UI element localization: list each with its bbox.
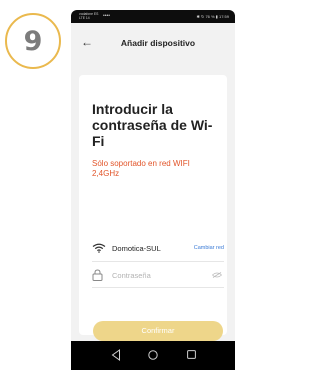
password-field[interactable]: Contraseña <box>112 271 151 280</box>
wifi-form-card: Introducir la contraseña de Wi-Fi Sólo s… <box>79 75 227 341</box>
page-title: Añadir dispositivo <box>120 38 196 48</box>
nav-home-icon[interactable] <box>148 350 158 360</box>
change-network-link[interactable]: Cambiar red <box>194 245 224 251</box>
step-number: 9 <box>23 25 43 57</box>
system-nav-bar <box>71 341 235 370</box>
nav-back-icon[interactable] <box>111 349 121 361</box>
eye-icon[interactable] <box>212 272 222 278</box>
wifi-network-name: Domotica-SUL <box>112 244 161 253</box>
lock-icon <box>92 269 103 281</box>
app-bar: ← Añadir dispositivo <box>71 23 235 67</box>
wifi-network-row: Domotica-SUL Cambiar red <box>92 243 224 255</box>
status-bar: vodafone ES LTE 14 •••• ✱ ↻ 76 % ▮ 17:59 <box>71 10 235 23</box>
phone-screen: vodafone ES LTE 14 •••• ✱ ↻ 76 % ▮ 17:59… <box>71 10 235 370</box>
carrier-line-2: LTE 14 <box>79 16 90 20</box>
wifi-icon <box>92 243 106 253</box>
nav-recent-icon[interactable] <box>187 350 196 359</box>
content-area: Introducir la contraseña de Wi-Fi Sólo s… <box>71 67 235 341</box>
step-number-badge: 9 <box>5 13 61 69</box>
wifi-band-note: Sólo soportado en red WIFI 2,4GHz <box>92 159 190 178</box>
wifi-row-divider <box>92 261 224 262</box>
confirm-button[interactable]: Confirmar <box>93 321 223 341</box>
password-row-divider <box>92 287 224 288</box>
form-heading: Introducir la contraseña de Wi-Fi <box>92 101 213 149</box>
password-row[interactable]: Contraseña <box>92 269 224 281</box>
signal-icon: •••• <box>103 13 111 19</box>
carrier-info: vodafone ES LTE 14 <box>79 12 98 20</box>
status-right-info: ✱ ↻ 76 % ▮ 17:59 <box>196 14 229 19</box>
